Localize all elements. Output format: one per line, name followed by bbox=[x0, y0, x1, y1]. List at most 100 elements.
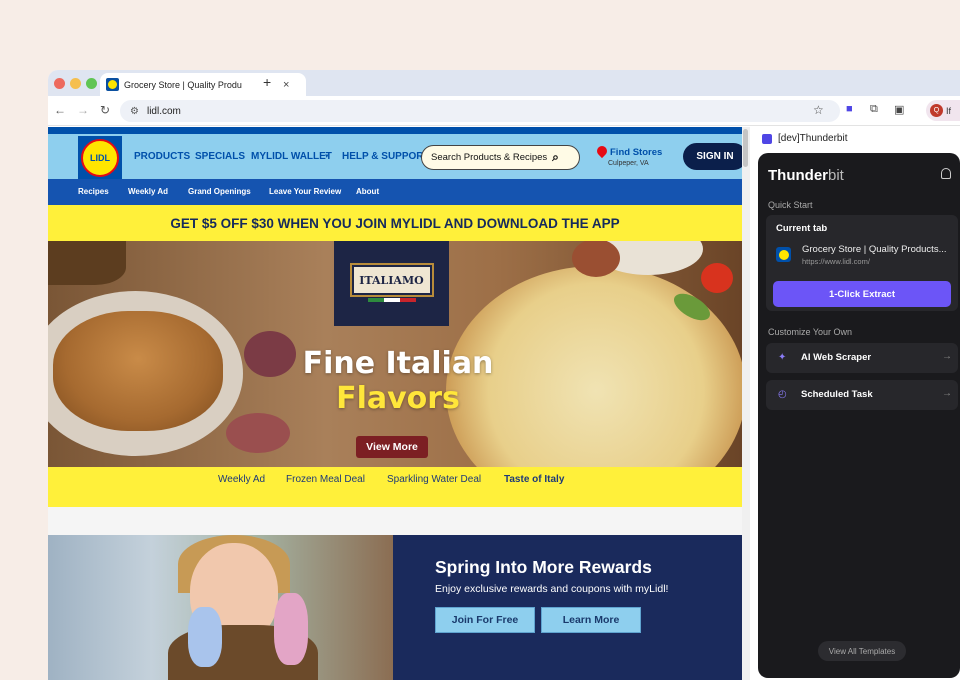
tab-title: Grocery Store | Quality Produ bbox=[124, 79, 242, 90]
find-stores-link[interactable]: Find Stores bbox=[610, 147, 662, 158]
lidl-header: LIDL PRODUCTS SPECIALS MYLIDL WALLET ▾ H… bbox=[48, 127, 742, 180]
hero-title-line2: Flavors bbox=[336, 381, 460, 416]
easter-photo bbox=[48, 535, 393, 680]
rewards-panel: Spring Into More Rewards Enjoy exclusive… bbox=[393, 535, 742, 680]
browser-toolbar: ← → ↻ ⚙ lidl.com ☆ ■ ⧉ ▣ Q If bbox=[48, 96, 960, 126]
ai-web-scraper-item[interactable]: ✦ AI Web Scraper → bbox=[766, 343, 958, 373]
side-panel-header: [dev]Thunderbit bbox=[762, 133, 848, 144]
side-panel-icon[interactable]: ▣ bbox=[894, 103, 904, 116]
forward-arrow-icon[interactable]: → bbox=[77, 103, 89, 117]
bookmark-star-icon[interactable]: ☆ bbox=[813, 103, 824, 117]
back-arrow-icon[interactable]: ← bbox=[54, 103, 66, 117]
learn-more-button[interactable]: Learn More bbox=[541, 607, 641, 633]
join-for-free-button[interactable]: Join For Free bbox=[435, 607, 535, 633]
bell-icon[interactable] bbox=[941, 168, 951, 179]
subnav-weekly-ad[interactable]: Weekly Ad bbox=[128, 187, 168, 196]
arrow-right-icon: → bbox=[942, 351, 952, 362]
biscotti-image bbox=[53, 311, 223, 431]
link-weekly-ad[interactable]: Weekly Ad bbox=[218, 474, 265, 485]
thunderbit-icon bbox=[762, 133, 772, 144]
minimize-window-button[interactable] bbox=[70, 78, 81, 89]
close-window-button[interactable] bbox=[54, 78, 65, 89]
nuts-image bbox=[48, 241, 126, 285]
quick-links-bar: Weekly Ad Frozen Meal Deal Sparkling Wat… bbox=[48, 467, 742, 507]
extensions-puzzle-icon[interactable]: ⧉ bbox=[870, 103, 878, 116]
view-more-button[interactable]: View More bbox=[356, 436, 428, 458]
nav-help-support[interactable]: HELP & SUPPORT bbox=[342, 151, 430, 162]
ai-web-scraper-label: AI Web Scraper bbox=[801, 352, 872, 363]
fig-image bbox=[244, 331, 296, 377]
quick-start-label: Quick Start bbox=[768, 200, 813, 210]
extension-side-panel: [dev]Thunderbit Thunderbit Quick Start C… bbox=[750, 127, 960, 680]
sparkle-icon: ✦ bbox=[778, 352, 787, 363]
scheduled-task-label: Scheduled Task bbox=[801, 389, 873, 400]
clock-icon: ◴ bbox=[778, 389, 787, 400]
link-frozen-meal-deal[interactable]: Frozen Meal Deal bbox=[286, 474, 365, 485]
sign-in-button[interactable]: SIGN IN bbox=[683, 143, 742, 170]
view-all-templates-button[interactable]: View All Templates bbox=[818, 641, 906, 661]
lidl-logo[interactable]: LIDL bbox=[78, 136, 122, 180]
nav-mylidl-wallet[interactable]: MYLIDL WALLET bbox=[251, 151, 332, 162]
nav-products[interactable]: PRODUCTS bbox=[134, 151, 190, 162]
side-panel-title: [dev]Thunderbit bbox=[778, 133, 848, 144]
chocolate-bunny-image bbox=[188, 607, 222, 667]
tomato-image bbox=[701, 263, 733, 293]
promo-banner[interactable]: GET $5 OFF $30 WHEN YOU JOIN MYLIDL AND … bbox=[48, 205, 742, 241]
italiamo-logo: ITALIAMO bbox=[349, 263, 434, 297]
scrollbar-thumb[interactable] bbox=[743, 129, 748, 167]
url-text: lidl.com bbox=[146, 105, 181, 117]
rewards-section: Spring Into More Rewards Enjoy exclusive… bbox=[48, 535, 742, 680]
profile-label: If bbox=[946, 105, 952, 116]
promo-text: GET $5 OFF $30 WHEN YOU JOIN MYLIDL AND … bbox=[170, 215, 620, 231]
thunderbit-extension-icon[interactable]: ■ bbox=[846, 103, 853, 115]
new-tab-button[interactable]: + bbox=[263, 74, 271, 90]
fig-image bbox=[226, 413, 290, 453]
scheduled-task-item[interactable]: ◴ Scheduled Task → bbox=[766, 380, 958, 410]
subnav-grand-openings[interactable]: Grand Openings bbox=[188, 187, 251, 196]
chocolate-bunny-image bbox=[274, 593, 308, 665]
lidl-logo-text: LIDL bbox=[81, 139, 119, 177]
zoom-window-button[interactable] bbox=[86, 78, 97, 89]
store-location: Culpeper, VA bbox=[608, 160, 649, 167]
subnav-leave-review[interactable]: Leave Your Review bbox=[269, 187, 341, 196]
location-pin-icon bbox=[594, 143, 610, 159]
spacer bbox=[48, 507, 742, 535]
link-sparkling-water-deal[interactable]: Sparkling Water Deal bbox=[387, 474, 481, 485]
nav-specials[interactable]: SPECIALS bbox=[195, 151, 245, 162]
address-bar[interactable]: ⚙ lidl.com ☆ bbox=[120, 100, 840, 122]
hero-title-line1: Fine Italian bbox=[302, 346, 494, 381]
current-page-title: Grocery Store | Quality Products... bbox=[802, 244, 947, 255]
lidl-favicon-icon bbox=[106, 78, 119, 91]
arrow-right-icon: → bbox=[942, 388, 952, 399]
current-tab-card: Current tab Grocery Store | Quality Prod… bbox=[766, 215, 958, 311]
current-tab-label: Current tab bbox=[776, 223, 828, 234]
italiamo-brand-badge: ITALIAMO bbox=[334, 241, 449, 326]
current-page-url: https://www.lidl.com/ bbox=[802, 257, 870, 266]
rewards-subtitle: Enjoy exclusive rewards and coupons with… bbox=[435, 583, 669, 595]
lidl-favicon-icon bbox=[776, 247, 791, 262]
tab-lidl[interactable]: Grocery Store | Quality Produ × bbox=[100, 73, 306, 96]
customize-label: Customize Your Own bbox=[768, 327, 853, 337]
search-placeholder: Search Products & Recipes bbox=[431, 152, 548, 163]
chevron-down-icon: ▾ bbox=[325, 153, 329, 160]
one-click-extract-button[interactable]: 1-Click Extract bbox=[773, 281, 951, 307]
thunderbit-app: Thunderbit Quick Start Current tab Groce… bbox=[758, 153, 960, 678]
search-input[interactable]: Search Products & Recipes ⌕ bbox=[421, 145, 580, 170]
subnav-about[interactable]: About bbox=[356, 187, 379, 196]
thunderbit-logo: Thunderbit bbox=[768, 167, 844, 184]
hero-banner[interactable]: ITALIAMO Fine Italian Flavors View More bbox=[48, 241, 742, 467]
web-page: LIDL PRODUCTS SPECIALS MYLIDL WALLET ▾ H… bbox=[48, 127, 742, 680]
tab-strip: Grocery Store | Quality Produ × + bbox=[48, 70, 960, 96]
reload-icon[interactable]: ↻ bbox=[100, 103, 110, 117]
link-taste-of-italy[interactable]: Taste of Italy bbox=[504, 474, 564, 485]
subnav-recipes[interactable]: Recipes bbox=[78, 187, 109, 196]
search-icon[interactable]: ⌕ bbox=[552, 150, 559, 165]
profile-avatar: Q bbox=[930, 104, 943, 117]
sub-navigation: Recipes Weekly Ad Grand Openings Leave Y… bbox=[48, 179, 742, 205]
rewards-title: Spring Into More Rewards bbox=[435, 557, 652, 577]
page-scrollbar[interactable] bbox=[742, 127, 750, 680]
browser-window: Grocery Store | Quality Produ × + ← → ↻ … bbox=[48, 70, 960, 680]
profile-button[interactable]: Q If bbox=[926, 100, 960, 121]
site-settings-icon[interactable]: ⚙ bbox=[130, 106, 139, 117]
tab-close-icon[interactable]: × bbox=[283, 79, 289, 91]
